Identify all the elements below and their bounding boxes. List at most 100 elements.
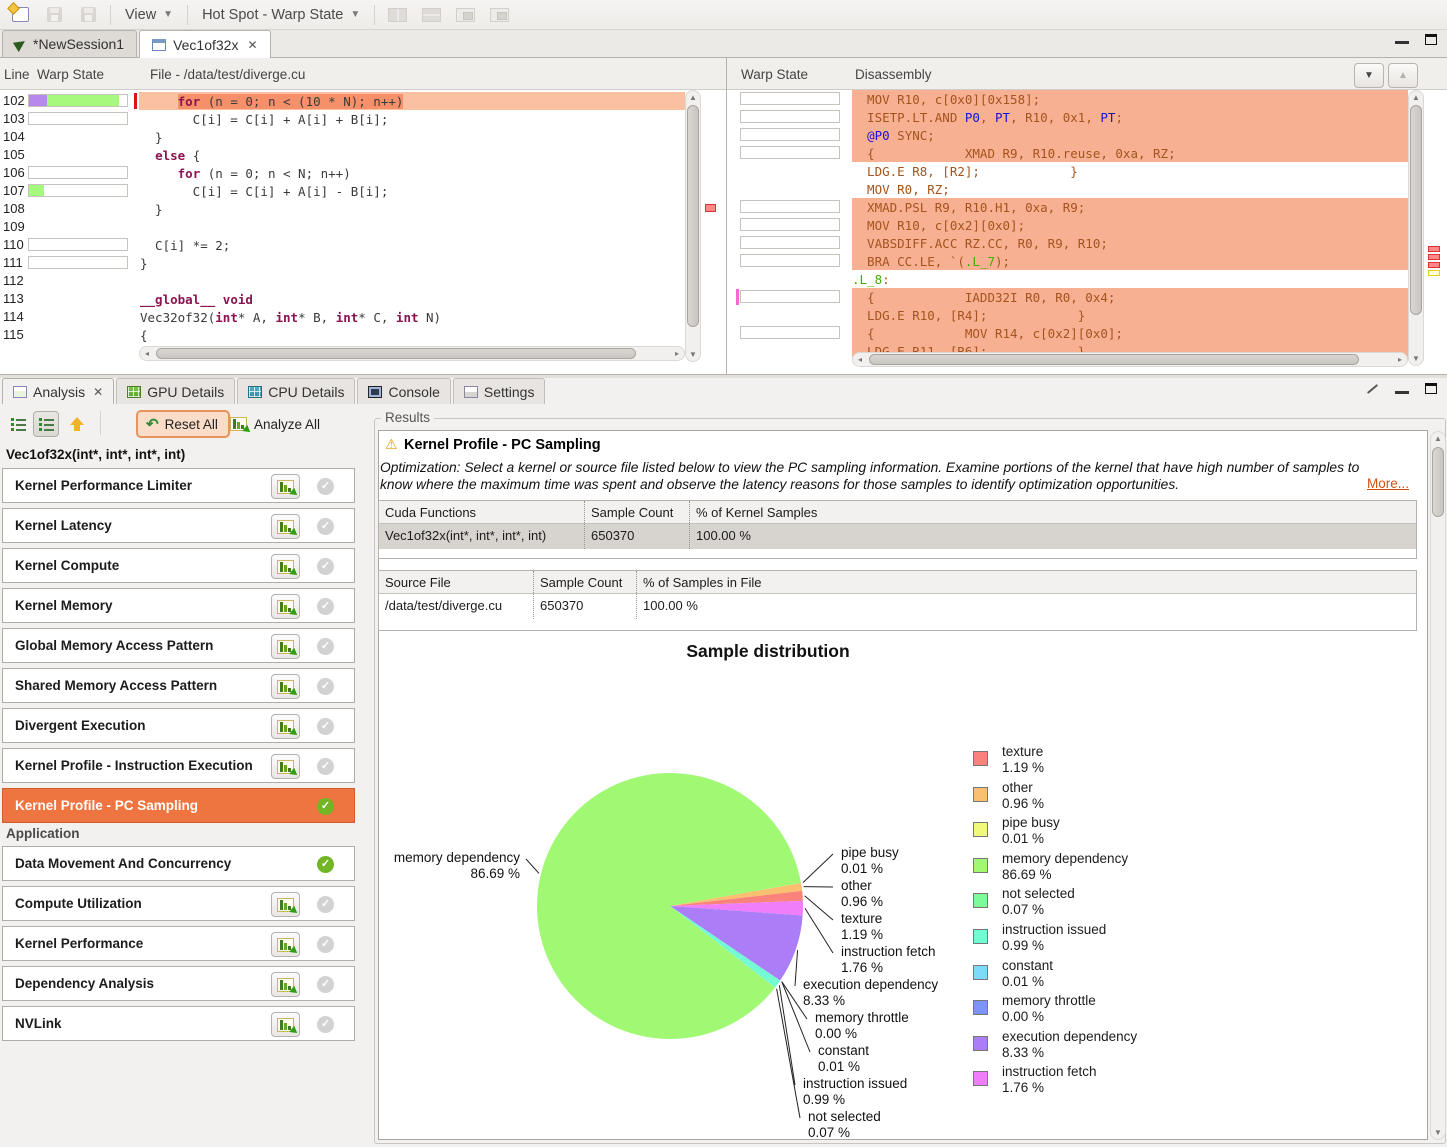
analysis-item-kernel-compute[interactable]: Kernel Compute✓	[2, 548, 355, 583]
disassembly-line[interactable]: LDG.E R10, [R4]; }	[727, 306, 1447, 324]
view-dropdown[interactable]: View▼	[121, 7, 177, 23]
hotspot-marker[interactable]	[705, 204, 716, 212]
analysis-item-global-memory-access-pattern[interactable]: Global Memory Access Pattern✓	[2, 628, 355, 663]
analysis-item-kernel-performance[interactable]: Kernel Performance✓	[2, 926, 355, 961]
minimize-icon[interactable]	[1395, 34, 1409, 44]
analysis-item-kernel-latency[interactable]: Kernel Latency✓	[2, 508, 355, 543]
analysis-item-kernel-profile-instruction-execution[interactable]: Kernel Profile - Instruction Execution✓	[2, 748, 355, 783]
run-analysis-button[interactable]	[271, 932, 300, 957]
close-icon[interactable]: ✕	[93, 385, 103, 399]
run-analysis-button[interactable]	[271, 474, 300, 499]
analysis-item-nvlink[interactable]: NVLink✓	[2, 1006, 355, 1041]
run-analysis-button[interactable]	[271, 594, 300, 619]
unguided-analysis-button[interactable]	[5, 411, 31, 437]
run-analysis-button[interactable]	[271, 754, 300, 779]
tab-new-session[interactable]: *NewSession1	[2, 30, 137, 57]
analysis-item-kernel-memory[interactable]: Kernel Memory✓	[2, 588, 355, 623]
analysis-item-shared-memory-access-pattern[interactable]: Shared Memory Access Pattern✓	[2, 668, 355, 703]
table-row[interactable]: /data/test/diverge.cu650370100.00 %	[379, 594, 1416, 619]
disassembly-text: { IADD32I R0, R0, 0x4;	[852, 290, 1115, 305]
analysis-item-kernel-performance-limiter[interactable]: Kernel Performance Limiter✓	[2, 468, 355, 503]
source-line[interactable]: 113__global__ void	[0, 290, 726, 308]
analysis-item-dependency-analysis[interactable]: Dependency Analysis✓	[2, 966, 355, 1001]
disassembly-line[interactable]: @P0 SYNC;	[727, 126, 1447, 144]
disassembly-line[interactable]: MOV R10, c[0x2][0x0];	[727, 216, 1447, 234]
analysis-item-divergent-execution[interactable]: Divergent Execution✓	[2, 708, 355, 743]
source-line[interactable]: 115{	[0, 326, 726, 344]
maximize-icon[interactable]	[1425, 34, 1437, 45]
view-menu-icon[interactable]	[1367, 384, 1378, 394]
more-link[interactable]: More...	[1367, 476, 1409, 491]
hotspot-marker[interactable]	[1428, 270, 1440, 276]
run-analysis-button[interactable]	[271, 892, 300, 917]
hotspot-marker[interactable]	[1428, 262, 1440, 268]
disassembly-line[interactable]: { MOV R14, c[0x2][0x0];	[727, 324, 1447, 342]
hotspot-marker[interactable]	[1428, 246, 1440, 252]
run-analysis-button[interactable]	[271, 554, 300, 579]
source-line[interactable]: 114Vec32of32(int* A, int* B, int* C, int…	[0, 308, 726, 326]
run-analysis-button[interactable]	[271, 714, 300, 739]
disassembly-line[interactable]: MOV R10, c[0x0][0x158];	[727, 90, 1447, 108]
hotspot-dropdown[interactable]: Hot Spot - Warp State▼	[198, 7, 364, 23]
tab-gpu-details[interactable]: GPU Details	[116, 378, 235, 404]
next-hotspot-button[interactable]: ▼	[1354, 63, 1384, 88]
hotspot-marker[interactable]	[1428, 254, 1440, 260]
disassembly-line[interactable]: MOV R0, RZ;	[727, 180, 1447, 198]
disassembly-line[interactable]: LDG.E R8, [R2]; }	[727, 162, 1447, 180]
source-line[interactable]: 109	[0, 218, 726, 236]
analyze-all-button[interactable]: Analyze All	[230, 411, 320, 437]
close-icon[interactable]: ✕	[247, 38, 257, 52]
source-line[interactable]: 107 C[i] = C[i] + A[i] - B[i];	[0, 182, 726, 200]
split-vertical-button[interactable]	[385, 3, 409, 27]
disassembly-line[interactable]: { XMAD R9, R10.reuse, 0xa, RZ;	[727, 144, 1447, 162]
run-analysis-button[interactable]	[271, 1012, 300, 1037]
tab-vec1of32x[interactable]: Vec1of32x ✕	[139, 30, 270, 58]
source-line[interactable]: 102 for (n = 0; n < (10 * N); n++)	[0, 92, 726, 110]
tab-console[interactable]: Console	[357, 378, 450, 404]
disassembly-line[interactable]: BRA CC.LE, `(.L_7);	[727, 252, 1447, 270]
restore-views-button[interactable]	[453, 3, 477, 27]
source-line[interactable]: 110 C[i] *= 2;	[0, 236, 726, 254]
maximize-icon[interactable]	[1425, 383, 1437, 394]
source-line[interactable]: 108 }	[0, 200, 726, 218]
back-button[interactable]	[64, 411, 90, 437]
analysis-item-kernel-profile-pc-sampling[interactable]: Kernel Profile - PC Sampling✓	[2, 788, 355, 823]
disassembly-line[interactable]: ISETP.LT.AND P0, PT, R10, 0x1, PT;	[727, 108, 1447, 126]
disassembly-line[interactable]: { IADD32I R0, R0, 0x4;	[727, 288, 1447, 306]
reset-all-button[interactable]: ↷ Reset All	[136, 410, 230, 438]
source-line[interactable]: 112	[0, 272, 726, 290]
disassembly-line[interactable]: .L_8:	[727, 270, 1447, 288]
disassembly-line[interactable]: VABSDIFF.ACC RZ.CC, R0, R9, R10;	[727, 234, 1447, 252]
analysis-item-data-movement-and-concurrency[interactable]: Data Movement And Concurrency✓	[2, 846, 355, 881]
source-line[interactable]: 106 for (n = 0; n < N; n++)	[0, 164, 726, 182]
legend-swatch	[973, 965, 988, 980]
restore-views-button-2[interactable]	[487, 3, 511, 27]
run-analysis-button[interactable]	[271, 514, 300, 539]
save-as-button[interactable]	[76, 3, 100, 27]
source-line[interactable]: 105 else {	[0, 146, 726, 164]
analysis-item-compute-utilization[interactable]: Compute Utilization✓	[2, 886, 355, 921]
source-line[interactable]: 104 }	[0, 128, 726, 146]
tab-cpu-details[interactable]: CPU Details	[237, 378, 355, 404]
warp-state-bar	[740, 218, 840, 231]
table-row[interactable]: Vec1of32x(int*, int*, int*, int)65037010…	[379, 524, 1416, 549]
disassembly-horizontal-scrollbar[interactable]: ◂ ▸	[852, 352, 1408, 367]
run-analysis-button[interactable]	[271, 634, 300, 659]
guided-analysis-button[interactable]	[33, 411, 59, 437]
source-line[interactable]: 111}	[0, 254, 726, 272]
run-analysis-button[interactable]	[271, 972, 300, 997]
split-horizontal-button[interactable]	[419, 3, 443, 27]
previous-hotspot-button[interactable]: ▲	[1388, 63, 1418, 88]
tab-settings[interactable]: Settings	[453, 378, 546, 404]
disassembly-line[interactable]: XMAD.PSL R9, R10.H1, 0xa, R9;	[727, 198, 1447, 216]
source-horizontal-scrollbar[interactable]: ◂ ▸	[139, 346, 685, 361]
source-vertical-scrollbar[interactable]: ▲ ▼	[685, 90, 701, 362]
run-analysis-button[interactable]	[271, 674, 300, 699]
new-session-button[interactable]	[8, 3, 32, 27]
results-vertical-scrollbar[interactable]: ▲ ▼	[1430, 431, 1446, 1140]
source-line[interactable]: 103 C[i] = C[i] + A[i] + B[i];	[0, 110, 726, 128]
minimize-icon[interactable]	[1395, 384, 1409, 394]
disassembly-vertical-scrollbar[interactable]: ▲ ▼	[1408, 90, 1424, 366]
tab-analysis[interactable]: Analysis✕	[2, 378, 114, 404]
save-button[interactable]	[42, 3, 66, 27]
